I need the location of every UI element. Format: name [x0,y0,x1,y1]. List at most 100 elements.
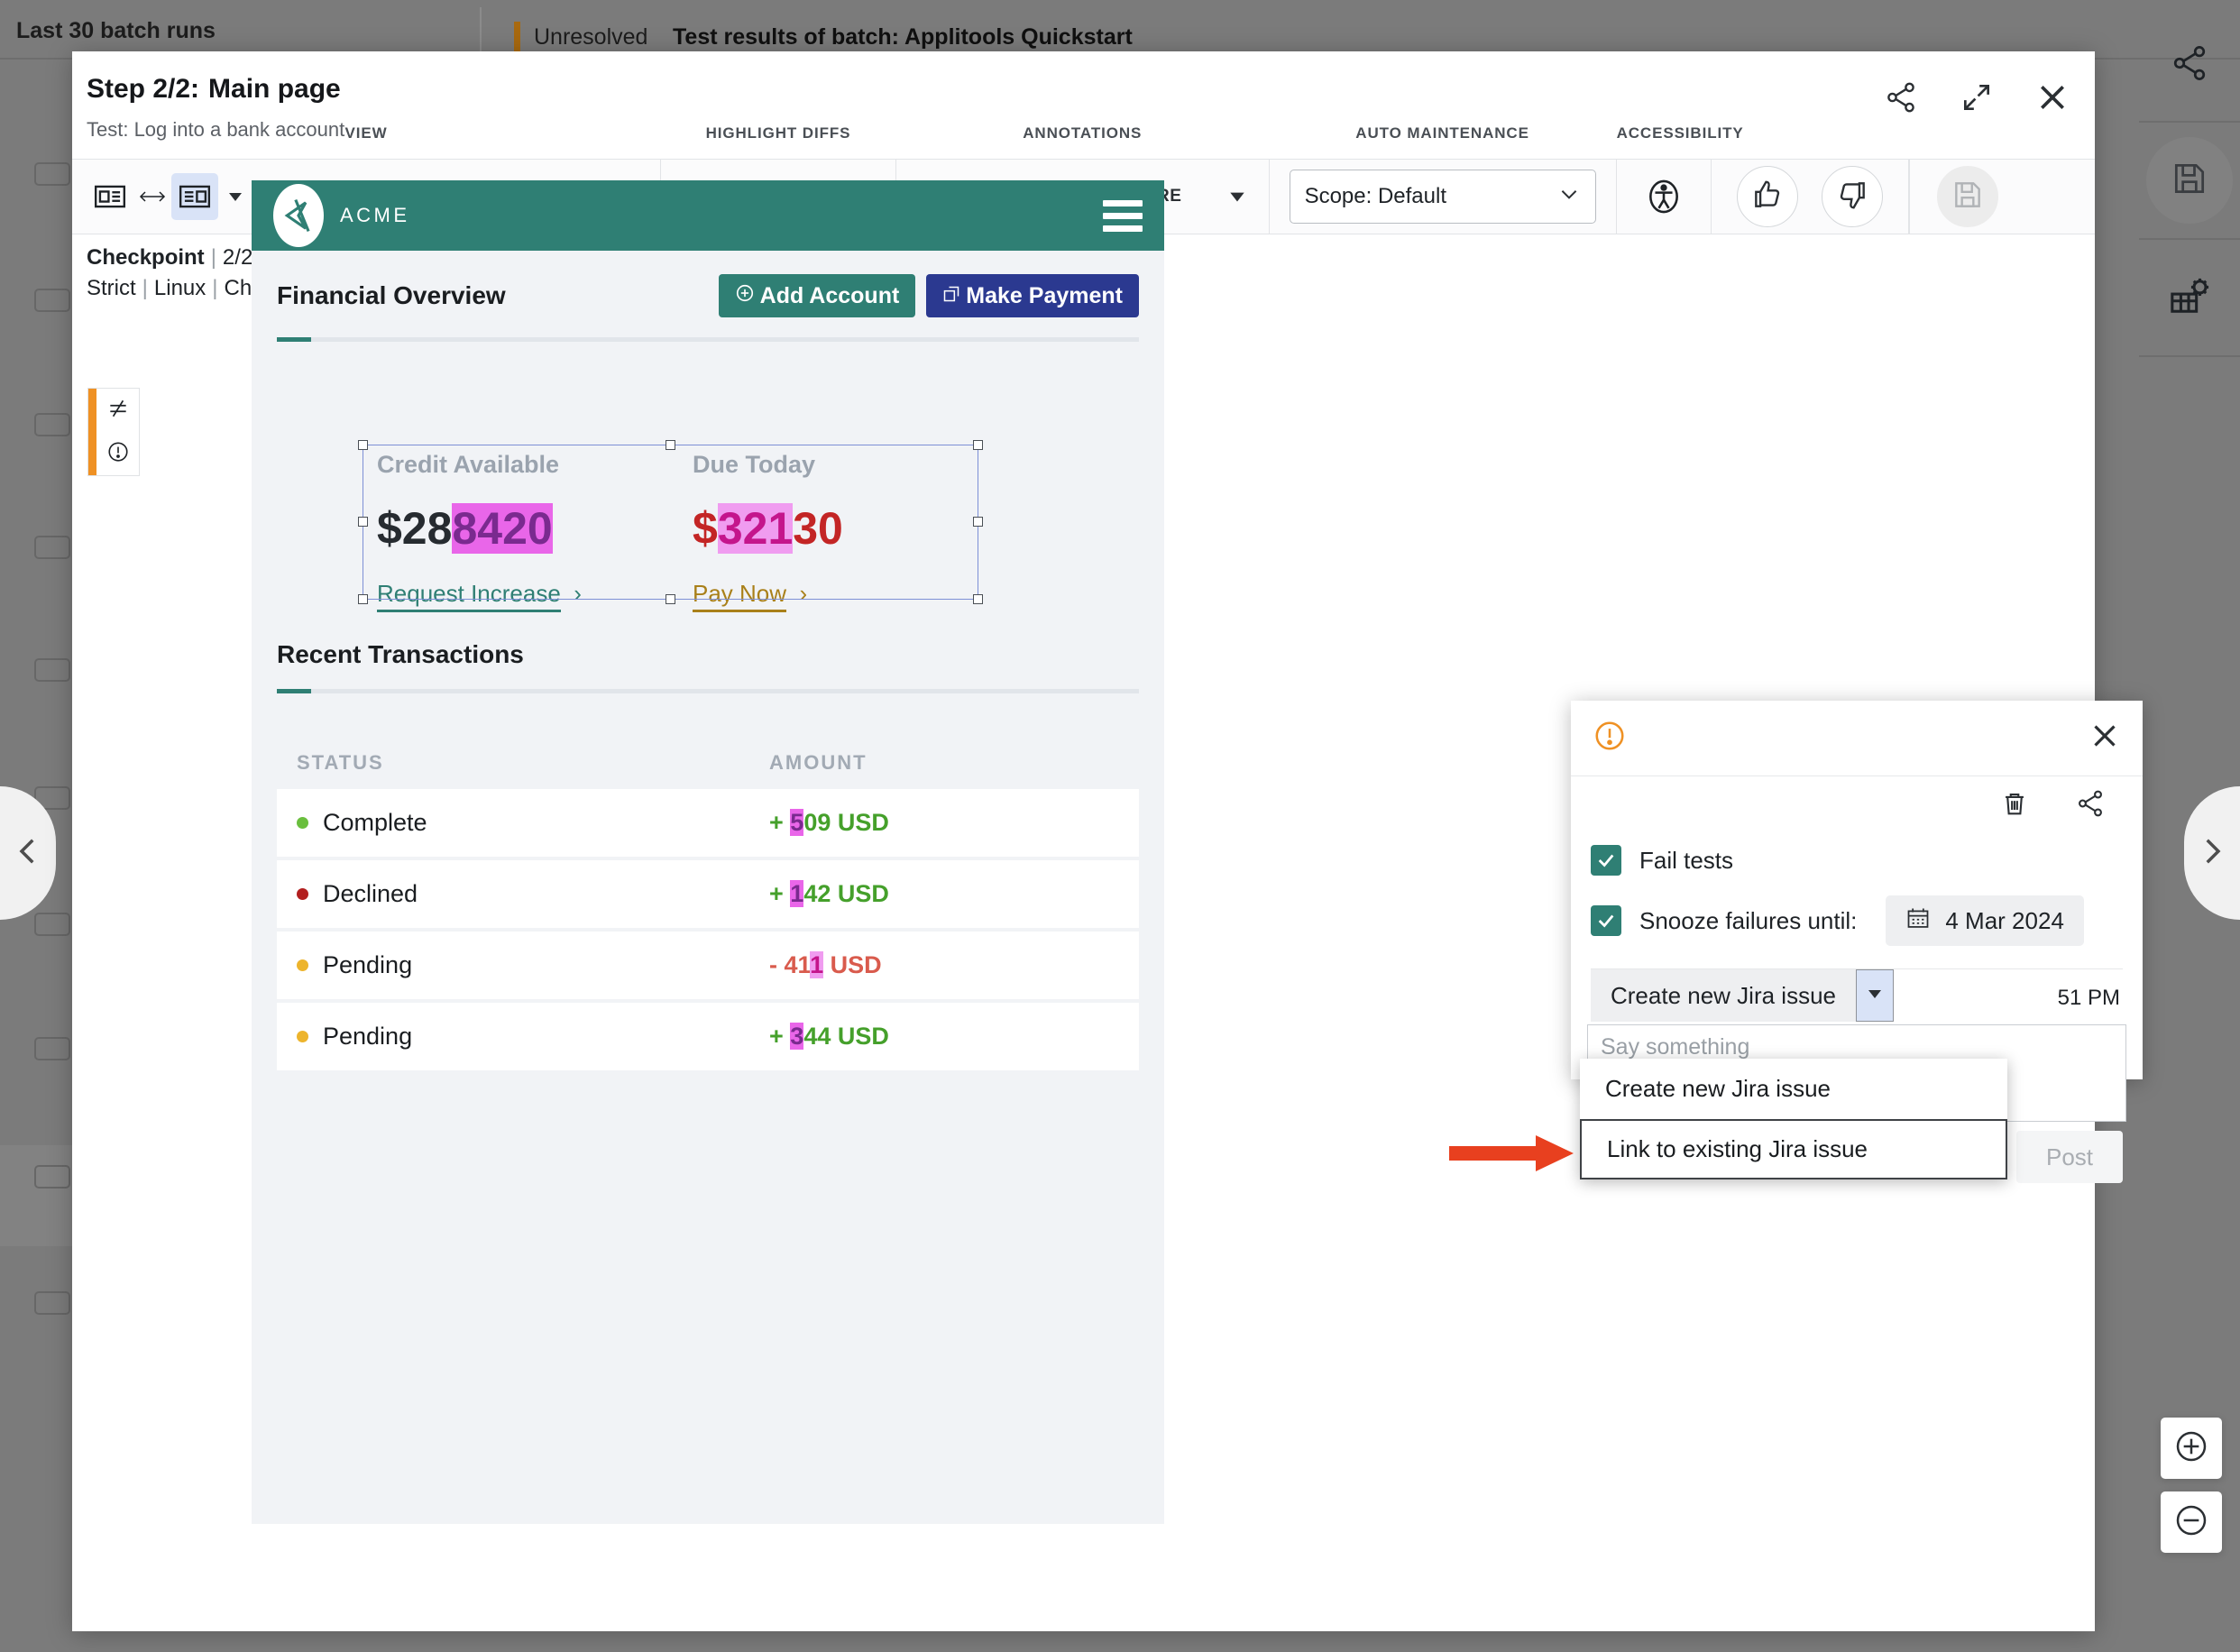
table-row[interactable]: Pending + 344 USD [277,1003,1139,1070]
table-row[interactable]: Complete + 509 USD [277,789,1139,857]
annotation-tools [1591,785,2123,825]
burger-line [1103,213,1143,219]
add-account-button[interactable]: Add Account [719,274,916,317]
accessibility-icon[interactable] [1640,173,1687,220]
diff-marker[interactable] [87,388,140,476]
menu-item-create-new-jira-issue[interactable]: Create new Jira issue [1580,1059,2007,1119]
save-icon [1951,178,1985,216]
jira-dropdown-toggle[interactable] [1856,969,1894,1022]
background-rail-checkbox [34,1291,70,1315]
card-amount: $288420 [377,502,693,555]
step-counter: Step 2/2: [87,74,199,104]
hamburger-menu-icon[interactable] [1103,200,1143,232]
background-rail-separator [2139,355,2240,357]
background-topbar: Last 30 batch runs Unresolved Test resul… [0,7,2240,58]
amount-diff-highlight: 32 [718,503,768,554]
amount-diff-highlight: 5 [790,809,803,836]
recent-transactions-title: Recent Transactions [277,640,1139,669]
amount-rest: 44 [803,1023,831,1050]
request-increase-link[interactable]: Request Increase [377,580,561,612]
thumbs-up-button[interactable] [1737,166,1798,227]
background-save-button[interactable] [2139,123,2240,238]
expand-button[interactable] [1954,77,1999,122]
scope-select[interactable]: Scope: Default [1290,170,1596,224]
status-dot-icon [297,959,308,971]
diff-marker-icons [96,389,139,475]
amount-currency: USD [838,1023,889,1050]
modal-header-actions [1878,77,2075,122]
toolbar-group-label: AUTO MAINTENANCE [1270,124,1616,142]
chevron-down-icon[interactable] [224,176,247,217]
card-label: Due Today [693,451,1008,479]
amount-sign: - [769,951,777,978]
single-view-icon[interactable] [171,173,218,220]
amount-diff-highlight: 3 [790,1023,803,1050]
thumbs-down-button[interactable] [1822,166,1883,227]
expand-icon [1960,80,1994,119]
acme-header: ACME [252,180,1164,251]
close-button[interactable] [2089,720,2121,757]
amount-diff-highlight: 1 [790,880,803,907]
background-rail-checkbox [34,1165,70,1189]
table-row[interactable]: Pending - 411 USD [277,932,1139,999]
zoom-out-button[interactable] [2161,1491,2222,1553]
create-jira-issue-button[interactable]: Create new Jira issue [1591,969,1856,1022]
thumbs-up-icon [1750,178,1785,216]
make-payment-button[interactable]: Make Payment [926,274,1139,317]
close-button[interactable] [2030,77,2075,122]
section-rule [277,689,1139,693]
scope-select-value: Scope: Default [1305,184,1446,209]
chevron-down-icon[interactable] [1226,176,1249,217]
save-icon [2170,159,2209,203]
separator: | [211,245,216,270]
amount-rest: 41 [785,951,811,978]
background-rail-checkbox [34,413,70,436]
checkpoint-label: Checkpoint [87,245,205,270]
transaction-status: Pending [297,951,769,979]
diff-marker-bar [88,389,96,475]
fail-tests-checkbox[interactable] [1591,845,1621,876]
background-share-button[interactable] [2139,7,2240,123]
toolbar-group-save [1909,160,2025,234]
table-row[interactable]: Declined + 142 USD [277,860,1139,928]
column-header-status: STATUS [297,751,769,775]
chevron-left-icon [9,832,47,875]
menu-item-link-existing-jira-issue[interactable]: Link to existing Jira issue [1580,1119,2007,1179]
background-grid-settings-button[interactable] [2139,240,2240,355]
alert-icon [1593,719,1627,757]
divider [1591,968,2123,969]
snooze-date-picker[interactable]: 4 Mar 2024 [1886,895,2084,946]
not-equal-icon [106,397,130,425]
pay-now-link[interactable]: Pay Now [693,580,786,612]
share-button[interactable] [1878,77,1923,122]
transaction-status: Pending [297,1023,769,1051]
amount-diff-highlight: 20 [502,503,553,554]
card-amount: $32130 [693,502,1008,555]
save-button[interactable] [1937,166,1998,227]
snooze-failures-checkbox[interactable] [1591,905,1621,936]
side-by-side-icon[interactable] [87,173,133,220]
toolbar-group-accessibility: ACCESSIBILITY [1617,160,1712,234]
transactions-header-row: STATUS AMOUNT [277,751,1139,789]
plus-circle-icon [735,283,755,309]
zoom-controls [2161,1418,2222,1565]
amount-diff-highlight: 1 [767,503,793,554]
chevron-right-icon [2193,832,2231,875]
jira-action-group: Create new Jira issue [1591,969,2123,1022]
alert-icon [106,440,130,468]
share-button[interactable] [2070,785,2110,825]
transaction-amount: + 509 USD [769,809,889,837]
annotation-timestamp: 51 PM [2058,986,2120,1011]
amount-currency: USD [831,951,882,978]
recent-transactions-section: Recent Transactions STATUS AMOUNT Comple… [277,640,1139,1074]
delete-button[interactable] [1995,785,2034,825]
background-rail-checkbox [34,913,70,936]
background-rail-checkbox [34,536,70,559]
snooze-date-value: 4 Mar 2024 [1945,907,2064,935]
burger-line [1103,225,1143,232]
transaction-amount: + 344 USD [769,1023,889,1051]
close-icon [2034,79,2070,120]
zoom-in-button[interactable] [2161,1418,2222,1479]
amount-sign: + [769,880,784,907]
post-button[interactable]: Post [2016,1131,2123,1183]
